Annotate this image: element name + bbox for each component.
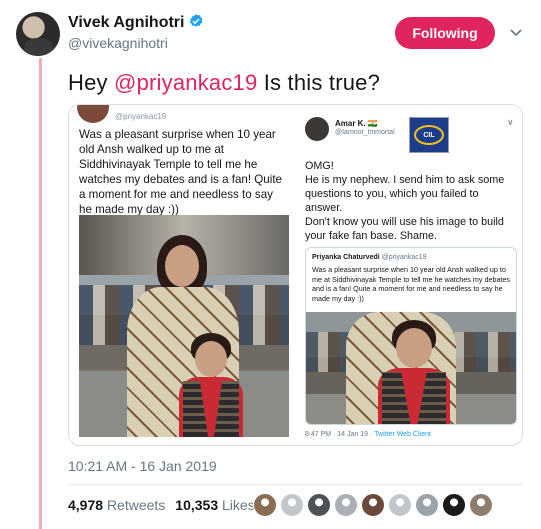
reply-meta: 8:47 PM · 14 Jan 19 · Twitter Web Client (305, 431, 431, 438)
liker-avatar[interactable] (307, 493, 331, 517)
cil-logo: CIL (409, 117, 449, 153)
author-avatar[interactable] (16, 12, 60, 56)
left-shot-photo (79, 215, 289, 437)
liker-avatar[interactable] (469, 493, 493, 517)
embedded-screenshot-left: @priyankac19 Was a pleasant surprise whe… (69, 105, 293, 445)
liker-avatar[interactable] (415, 493, 439, 517)
liker-avatar[interactable] (442, 493, 466, 517)
quoted-photo (306, 312, 516, 424)
quoted-tweet: Priyanka Chaturvedi @priyankac19 Was a p… (305, 247, 517, 425)
author-name[interactable]: Vivek Agnihotri (68, 13, 204, 32)
reply-author-name: Amar K. 🇮🇳 (335, 119, 378, 128)
retweets-label: Retweets (106, 497, 166, 513)
verified-badge-icon (190, 14, 203, 27)
retweets-stat[interactable]: 4,978 Retweets (68, 497, 165, 513)
tweet-stats: 4,978 Retweets 10,353 Likes (68, 497, 255, 513)
reply-author-avatar (305, 117, 329, 141)
quoted-text: Was a pleasant surprise when 10 year old… (312, 265, 511, 303)
liker-avatar[interactable] (388, 493, 412, 517)
left-shot-handle: @priyankac19 (115, 112, 167, 121)
stats-divider (68, 484, 523, 485)
tweet-text-prefix: Hey (68, 70, 115, 95)
chevron-down-icon[interactable] (508, 24, 524, 40)
embedded-screenshot-right: Amar K. 🇮🇳 @Iamnot_Immortal CIL ∨ OMG! H… (295, 105, 522, 445)
tweet-text-suffix: Is this true? (257, 70, 381, 95)
woman-face (165, 245, 199, 287)
reply-meta-client: Twitter Web Client (374, 431, 431, 438)
boy-face (195, 341, 227, 377)
cil-logo-text: CIL (414, 125, 444, 145)
likes-stat[interactable]: 10,353 Likes (175, 497, 254, 513)
retweets-count: 4,978 (68, 497, 104, 513)
quoted-author: Priyanka Chaturvedi @priyankac19 (312, 254, 427, 261)
liker-avatar[interactable] (361, 493, 385, 517)
tweet-text: Hey @priyankac19 Is this true? (68, 70, 380, 96)
reply-author-handle: @Iamnot_Immortal (335, 129, 395, 136)
reply-more-icon: ∨ (507, 117, 514, 127)
liker-avatar[interactable] (253, 493, 277, 517)
quoted-boy-face (396, 328, 432, 368)
avatar-silhouette (24, 38, 54, 56)
liker-avatar[interactable] (334, 493, 358, 517)
mention-link[interactable]: @priyankac19 (114, 70, 257, 95)
cropped-avatar (77, 105, 109, 123)
reply-meta-time: 8:47 PM · 14 Jan 19 · (305, 431, 375, 438)
tweet-media-image[interactable]: @priyankac19 Was a pleasant surprise whe… (68, 104, 523, 446)
author-handle[interactable]: @vivekagnihotri (68, 35, 168, 51)
quoted-author-name: Priyanka Chaturvedi (312, 254, 380, 261)
left-shot-text: Was a pleasant surprise when 10 year old… (79, 128, 283, 216)
likes-label: Likes (222, 497, 255, 513)
reply-text: OMG! He is my nephew. I send him to ask … (305, 160, 505, 242)
tweet-timestamp[interactable]: 10:21 AM - 16 Jan 2019 (68, 458, 217, 474)
quoted-author-handle: @priyankac19 (381, 254, 427, 261)
author-name-text[interactable]: Vivek Agnihotri (68, 14, 184, 31)
liker-avatar[interactable] (280, 493, 304, 517)
likes-count: 10,353 (175, 497, 219, 513)
following-button[interactable]: Following (395, 17, 495, 49)
thread-connector-line (39, 58, 42, 529)
